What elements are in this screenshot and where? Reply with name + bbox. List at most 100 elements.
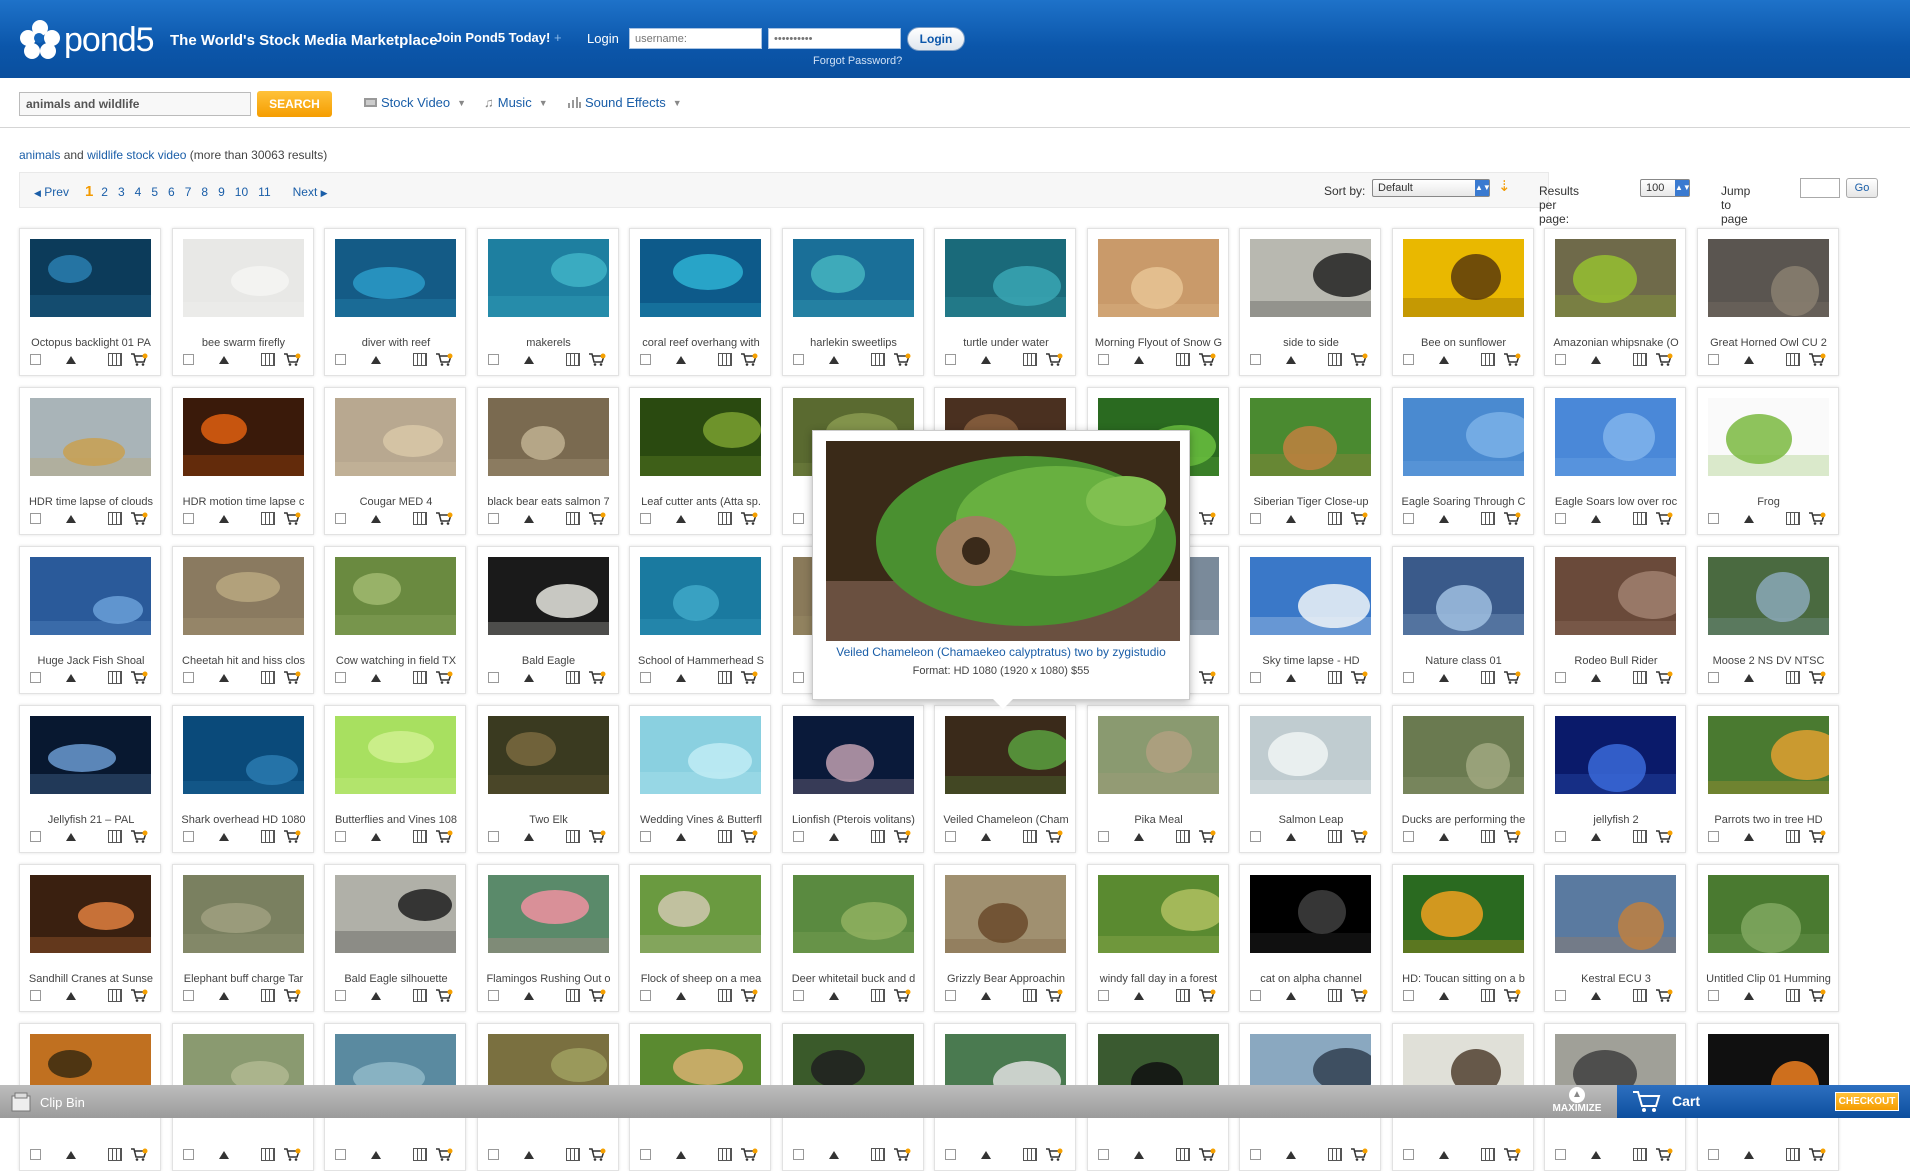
select-checkbox[interactable]	[1250, 354, 1261, 365]
clip-card[interactable]: diver with reef	[324, 228, 466, 376]
add-to-clipbin-icon[interactable]	[1480, 353, 1495, 366]
clip-title[interactable]: Cheetah hit and hiss clos	[177, 655, 311, 667]
login-button[interactable]: Login	[907, 27, 965, 51]
clip-thumbnail[interactable]	[1555, 239, 1676, 317]
add-to-cart-icon[interactable]	[1350, 989, 1368, 1002]
preview-up-icon[interactable]	[218, 356, 229, 364]
add-to-cart-icon[interactable]	[1198, 1148, 1216, 1161]
add-to-cart-icon[interactable]	[1198, 512, 1216, 525]
clip-card[interactable]: Huge Jack Fish Shoal	[19, 546, 161, 694]
preview-up-icon[interactable]	[676, 356, 686, 364]
add-to-cart-icon[interactable]	[1198, 830, 1216, 843]
clip-title[interactable]: Eagle Soars low over roc	[1549, 496, 1683, 508]
select-checkbox[interactable]	[1250, 513, 1261, 524]
add-to-clipbin-icon[interactable]	[108, 512, 122, 525]
add-to-clipbin-icon[interactable]	[565, 989, 580, 1002]
select-checkbox[interactable]	[792, 831, 804, 842]
clip-thumbnail[interactable]	[487, 716, 609, 794]
clip-thumbnail[interactable]	[30, 557, 151, 635]
preview-up-icon[interactable]	[1286, 515, 1296, 523]
preview-up-icon[interactable]	[1133, 833, 1144, 841]
clip-card[interactable]: Octopus backlight 01 PA	[19, 228, 161, 376]
select-checkbox[interactable]	[1402, 513, 1414, 524]
clip-thumbnail[interactable]	[182, 557, 304, 635]
select-checkbox[interactable]	[1555, 513, 1566, 524]
preview-up-icon[interactable]	[1286, 1151, 1296, 1159]
add-to-cart-icon[interactable]	[1503, 1148, 1521, 1161]
clip-title[interactable]: black bear eats salmon 7	[482, 496, 616, 508]
clip-title[interactable]: jellyfish 2	[1549, 814, 1683, 826]
clip-card[interactable]: Sandhill Cranes at Sunse	[19, 864, 161, 1012]
add-to-clipbin-icon[interactable]	[108, 830, 122, 843]
clip-card[interactable]: Eagle Soaring Through C	[1391, 387, 1534, 535]
select-checkbox[interactable]	[1250, 831, 1261, 842]
jump-to-page-input[interactable]	[1800, 178, 1840, 198]
preview-up-icon[interactable]	[66, 1151, 76, 1159]
clip-thumbnail[interactable]	[1097, 875, 1219, 953]
go-button[interactable]: Go	[1846, 178, 1878, 198]
clip-thumbnail[interactable]	[1555, 557, 1676, 635]
add-to-cart-icon[interactable]	[588, 512, 606, 525]
clip-thumbnail[interactable]	[1707, 716, 1829, 794]
add-to-cart-icon[interactable]	[1655, 1148, 1673, 1161]
add-to-cart-icon[interactable]	[130, 830, 148, 843]
add-to-cart-icon[interactable]	[1045, 830, 1063, 843]
add-to-cart-icon[interactable]	[893, 830, 911, 843]
add-to-cart-icon[interactable]	[1808, 989, 1826, 1002]
page-link[interactable]: 4	[135, 185, 142, 199]
preview-up-icon[interactable]	[523, 674, 534, 682]
add-to-cart-icon[interactable]	[1350, 1148, 1368, 1161]
clip-card[interactable]: Moose 2 NS DV NTSC	[1696, 546, 1839, 694]
add-to-clipbin-icon[interactable]	[108, 671, 122, 684]
clip-title[interactable]: Lionfish (Pterois volitans)	[787, 814, 921, 826]
add-to-cart-icon[interactable]	[283, 671, 301, 684]
add-to-clipbin-icon[interactable]	[260, 671, 275, 684]
preview-up-icon[interactable]	[676, 1151, 686, 1159]
clip-title[interactable]: Kestral ECU 3	[1549, 973, 1683, 985]
clip-title[interactable]: Untitled Clip 01 Humming	[1702, 973, 1836, 985]
add-to-clipbin-icon[interactable]	[718, 671, 732, 684]
add-to-clipbin-icon[interactable]	[1785, 1148, 1800, 1161]
clip-thumbnail[interactable]	[182, 875, 304, 953]
add-to-clipbin-icon[interactable]	[1633, 1148, 1647, 1161]
add-to-clipbin-icon[interactable]	[1328, 512, 1342, 525]
preview-up-icon[interactable]	[523, 1151, 534, 1159]
clip-title[interactable]: bee swarm firefly	[177, 337, 311, 349]
select-checkbox[interactable]	[30, 831, 41, 842]
select-checkbox[interactable]	[1402, 1149, 1414, 1160]
add-to-cart-icon[interactable]	[740, 671, 758, 684]
clip-title[interactable]: Two Elk	[482, 814, 616, 826]
select-checkbox[interactable]	[640, 831, 651, 842]
add-to-cart-icon[interactable]	[588, 989, 606, 1002]
add-to-cart-icon[interactable]	[1808, 830, 1826, 843]
preview-up-icon[interactable]	[371, 833, 381, 841]
clip-thumbnail[interactable]	[945, 875, 1066, 953]
add-to-clipbin-icon[interactable]	[1480, 989, 1495, 1002]
preview-up-icon[interactable]	[218, 515, 229, 523]
preview-up-icon[interactable]	[371, 992, 381, 1000]
clip-card[interactable]: bee swarm firefly	[171, 228, 314, 376]
clip-card[interactable]: Siberian Tiger Close-up	[1239, 387, 1381, 535]
clip-title[interactable]: Parrots two in tree HD	[1702, 814, 1836, 826]
search-input[interactable]	[19, 92, 251, 116]
select-checkbox[interactable]	[30, 990, 41, 1001]
preview-up-icon[interactable]	[981, 992, 991, 1000]
add-to-cart-icon[interactable]	[1045, 1148, 1063, 1161]
clip-thumbnail[interactable]	[1707, 398, 1829, 476]
add-to-cart-icon[interactable]	[1655, 671, 1673, 684]
clip-thumbnail[interactable]	[792, 716, 914, 794]
preview-up-icon[interactable]	[981, 833, 991, 841]
clip-thumbnail[interactable]	[1555, 398, 1676, 476]
clip-thumbnail[interactable]	[1250, 398, 1371, 476]
add-to-cart-icon[interactable]	[1808, 353, 1826, 366]
select-checkbox[interactable]	[335, 831, 346, 842]
add-to-clipbin-icon[interactable]	[413, 1148, 427, 1161]
add-to-cart-icon[interactable]	[435, 830, 453, 843]
clip-card[interactable]: Cow watching in field TX	[324, 546, 466, 694]
clip-card[interactable]: side to side	[1239, 228, 1381, 376]
clip-title[interactable]: Siberian Tiger Close-up	[1244, 496, 1378, 508]
select-checkbox[interactable]	[1097, 831, 1109, 842]
clip-title[interactable]: side to side	[1244, 337, 1378, 349]
select-checkbox[interactable]	[1555, 354, 1566, 365]
clip-bin[interactable]: Clip Bin	[10, 1092, 85, 1112]
